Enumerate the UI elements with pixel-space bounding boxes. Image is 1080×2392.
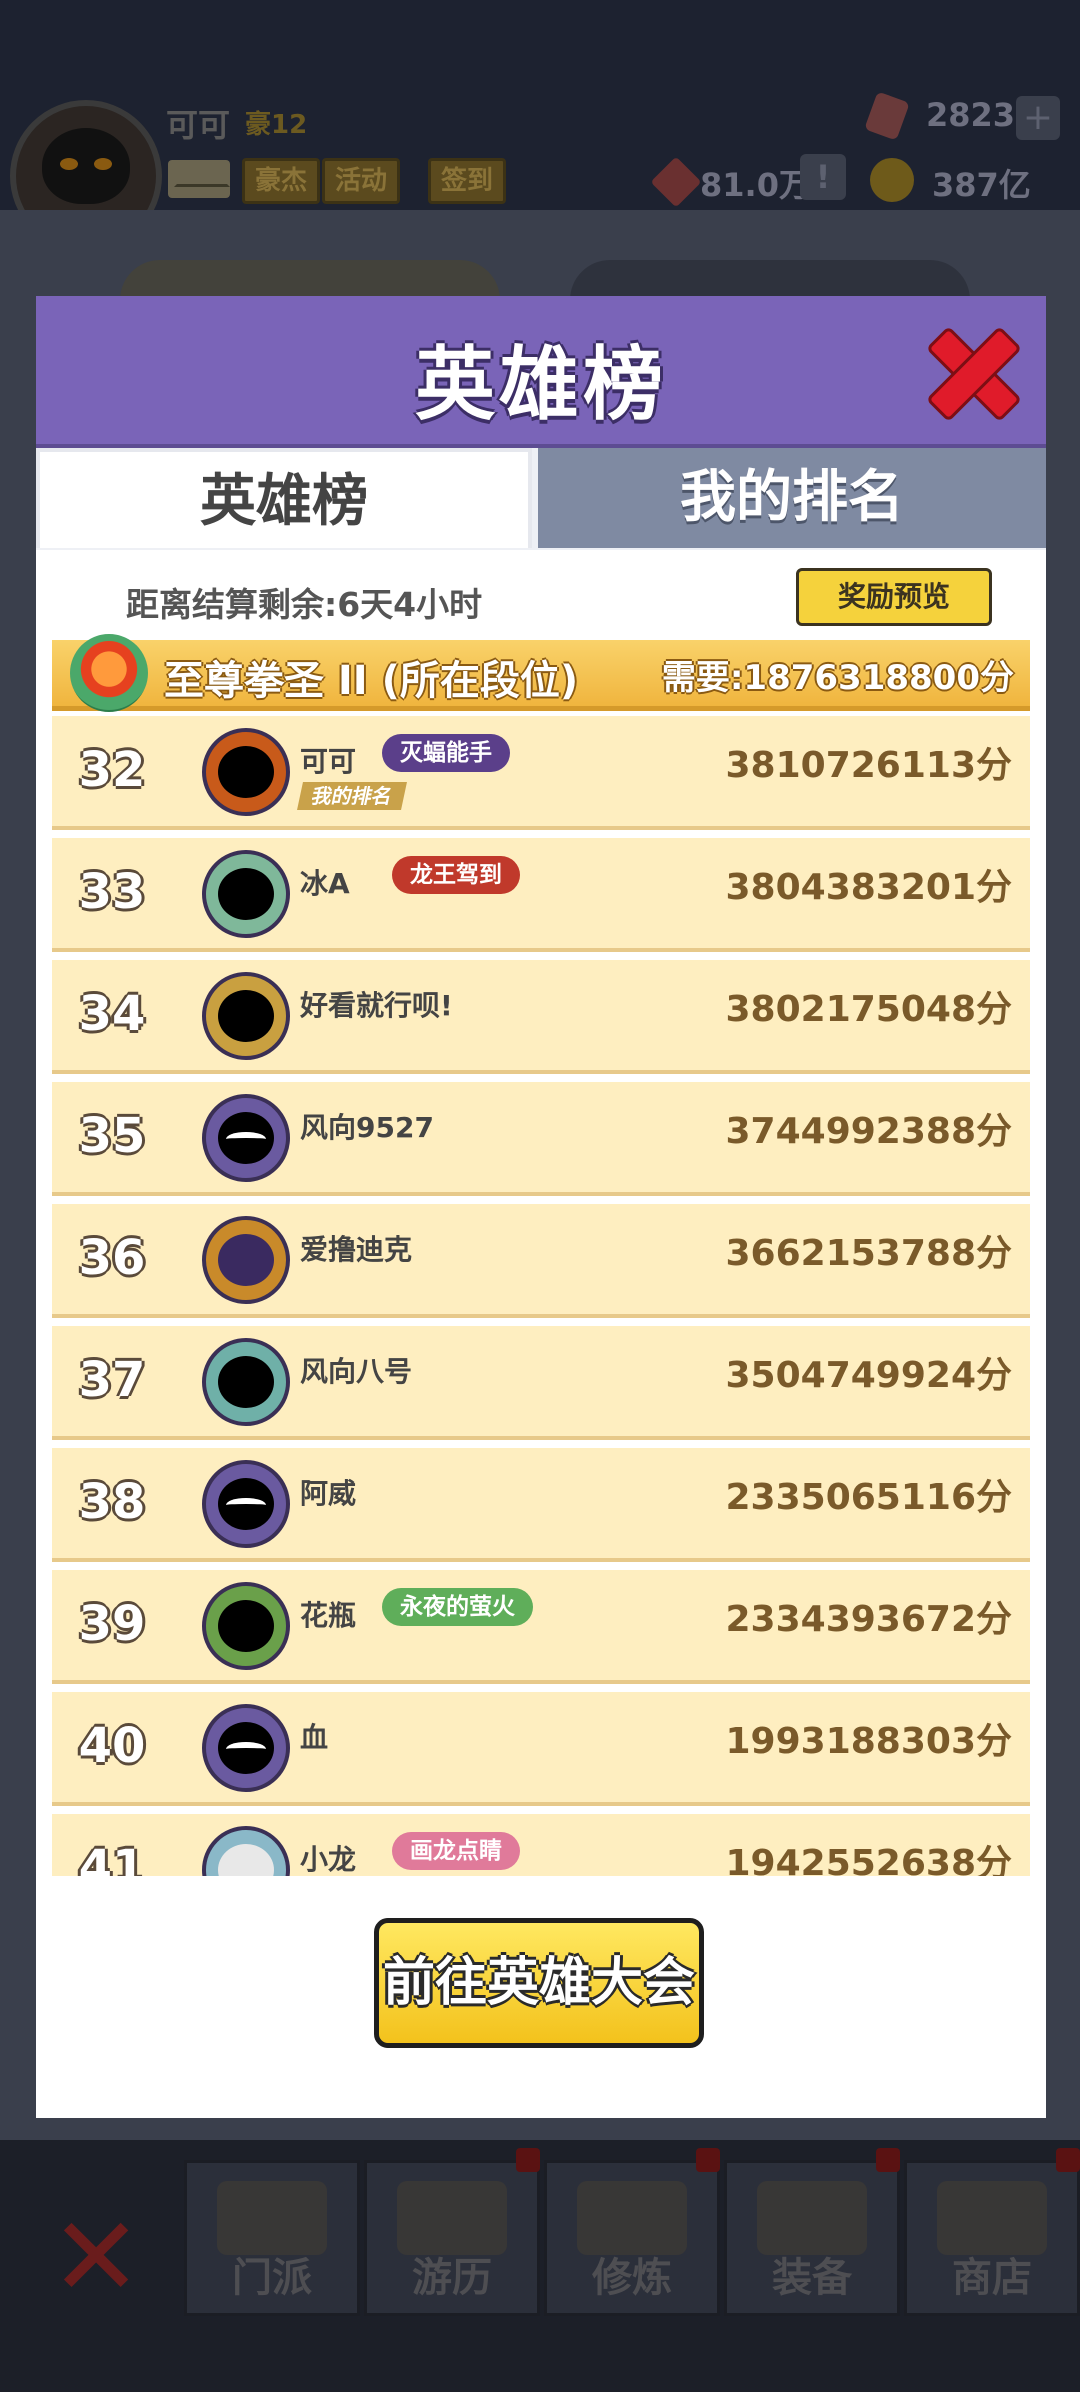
ranking-row[interactable]: 36 爱撸迪克 3662153788分 bbox=[52, 1204, 1030, 1318]
avatar bbox=[202, 728, 290, 816]
reward-preview-button[interactable]: 奖励预览 bbox=[796, 568, 992, 626]
ranking-row[interactable]: 33 冰A 龙王驾到 3804383201分 bbox=[52, 838, 1030, 952]
title-badge: 灭蝠能手 bbox=[382, 734, 510, 772]
rank-number: 37 bbox=[78, 1352, 146, 1408]
ranking-row[interactable]: 32 可可 灭蝠能手 我的排名 3810726113分 bbox=[52, 716, 1030, 830]
score: 1942552638分 bbox=[725, 1843, 1013, 1876]
notification-dot bbox=[876, 2148, 900, 2172]
ranking-row[interactable]: 35 风向9527 3744992388分 bbox=[52, 1082, 1030, 1196]
score: 3662153788分 bbox=[725, 1233, 1013, 1274]
avatar bbox=[202, 1826, 290, 1876]
rank-number: 41 bbox=[78, 1840, 146, 1876]
player-rank-label: 豪12 bbox=[245, 110, 308, 140]
tab-bar: 英雄榜 我的排名 bbox=[36, 448, 1046, 550]
rank-number: 35 bbox=[78, 1108, 146, 1164]
close-icon[interactable]: ✕ bbox=[50, 2202, 142, 2312]
avatar bbox=[202, 1094, 290, 1182]
nav-equipment[interactable]: 装备 bbox=[724, 2160, 900, 2316]
nav-sect[interactable]: 门派 bbox=[184, 2160, 360, 2316]
rank-number: 39 bbox=[78, 1596, 146, 1652]
rank-number: 34 bbox=[78, 986, 146, 1042]
tab-my-ranking[interactable]: 我的排名 bbox=[538, 448, 1046, 548]
gem-count: 2823 bbox=[926, 96, 1016, 134]
go-to-hero-conference-button[interactable]: 前往英雄大会 bbox=[374, 1918, 704, 2048]
score: 3744992388分 bbox=[725, 1111, 1013, 1152]
rank-number: 36 bbox=[78, 1230, 146, 1286]
title-badge: 永夜的萤火 bbox=[382, 1588, 533, 1626]
avatar bbox=[202, 1704, 290, 1792]
notification-dot bbox=[696, 2148, 720, 2172]
ranking-row[interactable]: 34 好看就行呗! 3802175048分 bbox=[52, 960, 1030, 1074]
score: 3804383201分 bbox=[725, 867, 1013, 908]
score: 2335065116分 bbox=[725, 1477, 1013, 1518]
player-name: 可可 bbox=[300, 745, 357, 778]
rank-number: 32 bbox=[78, 742, 146, 798]
rank-number: 40 bbox=[78, 1718, 146, 1774]
nav-shop[interactable]: 商店 bbox=[904, 2160, 1080, 2316]
checkin-button[interactable]: 签到 bbox=[428, 158, 507, 204]
tab-hero-leaderboard[interactable]: 英雄榜 bbox=[36, 448, 532, 548]
player-name: 好看就行呗! bbox=[300, 989, 453, 1022]
ranking-row[interactable]: 41 小龙 画龙点睛 1942552638分 bbox=[52, 1814, 1030, 1876]
tier-bar: 至尊拳圣 II (所在段位) 需要:1876318800分 bbox=[52, 634, 1030, 712]
notification-dot bbox=[1056, 2148, 1080, 2172]
avatar bbox=[202, 1582, 290, 1670]
avatar bbox=[202, 1460, 290, 1548]
ranking-list[interactable]: 32 可可 灭蝠能手 我的排名 3810726113分 33 冰A 龙王驾到 3… bbox=[52, 716, 1030, 1876]
coin-count: 387亿 bbox=[932, 166, 1031, 204]
title-badge: 画龙点睛 bbox=[392, 1832, 520, 1870]
rank-number: 33 bbox=[78, 864, 146, 920]
player-name: 小龙 bbox=[300, 1843, 357, 1876]
power-info-button[interactable]: ! bbox=[800, 154, 846, 200]
tier-badge-icon bbox=[70, 634, 148, 712]
top-status-bar bbox=[0, 0, 1080, 210]
notification-dot bbox=[516, 2148, 540, 2172]
heroes-button[interactable]: 豪杰 bbox=[242, 158, 321, 204]
title-badge: 龙王驾到 bbox=[392, 856, 520, 894]
tier-name: 至尊拳圣 II (所在段位) bbox=[164, 658, 579, 704]
player-name: 风向9527 bbox=[300, 1111, 434, 1144]
ranking-row[interactable]: 39 花瓶 永夜的萤火 2334393672分 bbox=[52, 1570, 1030, 1684]
ranking-row[interactable]: 38 阿威 2335065116分 bbox=[52, 1448, 1030, 1562]
player-name: 花瓶 bbox=[300, 1599, 357, 1632]
coin-icon bbox=[870, 158, 914, 202]
score: 3504749924分 bbox=[725, 1355, 1013, 1396]
player-name: 冰A bbox=[300, 867, 350, 900]
mail-icon[interactable] bbox=[168, 160, 230, 198]
ranking-row[interactable]: 37 风向八号 3504749924分 bbox=[52, 1326, 1030, 1440]
player-name: 风向八号 bbox=[300, 1355, 413, 1388]
avatar bbox=[202, 972, 290, 1060]
add-gems-button[interactable]: + bbox=[1016, 96, 1060, 140]
ranking-row[interactable]: 40 血 1993188303分 bbox=[52, 1692, 1030, 1806]
player-name: 阿威 bbox=[300, 1477, 357, 1510]
score: 1993188303分 bbox=[725, 1721, 1013, 1762]
avatar bbox=[202, 1216, 290, 1304]
settlement-countdown: 距离结算剩余:6天4小时 bbox=[126, 585, 483, 624]
modal-header: 英雄榜 bbox=[36, 296, 1046, 448]
score: 3810726113分 bbox=[725, 745, 1013, 786]
my-rank-tag: 我的排名 bbox=[297, 782, 407, 810]
nav-travel[interactable]: 游历 bbox=[364, 2160, 540, 2316]
player-name: 爱撸迪克 bbox=[300, 1233, 413, 1266]
rank-number: 38 bbox=[78, 1474, 146, 1530]
power-value: 81.0万 bbox=[700, 166, 811, 204]
avatar bbox=[202, 850, 290, 938]
modal-title: 英雄榜 bbox=[415, 338, 667, 431]
hero-leaderboard-modal: 英雄榜 英雄榜 我的排名 距离结算剩余:6天4小时 奖励预览 至尊拳圣 II (… bbox=[36, 296, 1046, 2118]
close-button[interactable] bbox=[925, 325, 1023, 423]
avatar bbox=[202, 1338, 290, 1426]
score: 2334393672分 bbox=[725, 1599, 1013, 1640]
nav-training[interactable]: 修炼 bbox=[544, 2160, 720, 2316]
events-button[interactable]: 活动 bbox=[322, 158, 401, 204]
player-name: 血 bbox=[300, 1721, 329, 1754]
score: 3802175048分 bbox=[725, 989, 1013, 1030]
player-name: 可可 bbox=[166, 106, 231, 144]
tier-requirement: 需要:1876318800分 bbox=[661, 658, 1014, 698]
